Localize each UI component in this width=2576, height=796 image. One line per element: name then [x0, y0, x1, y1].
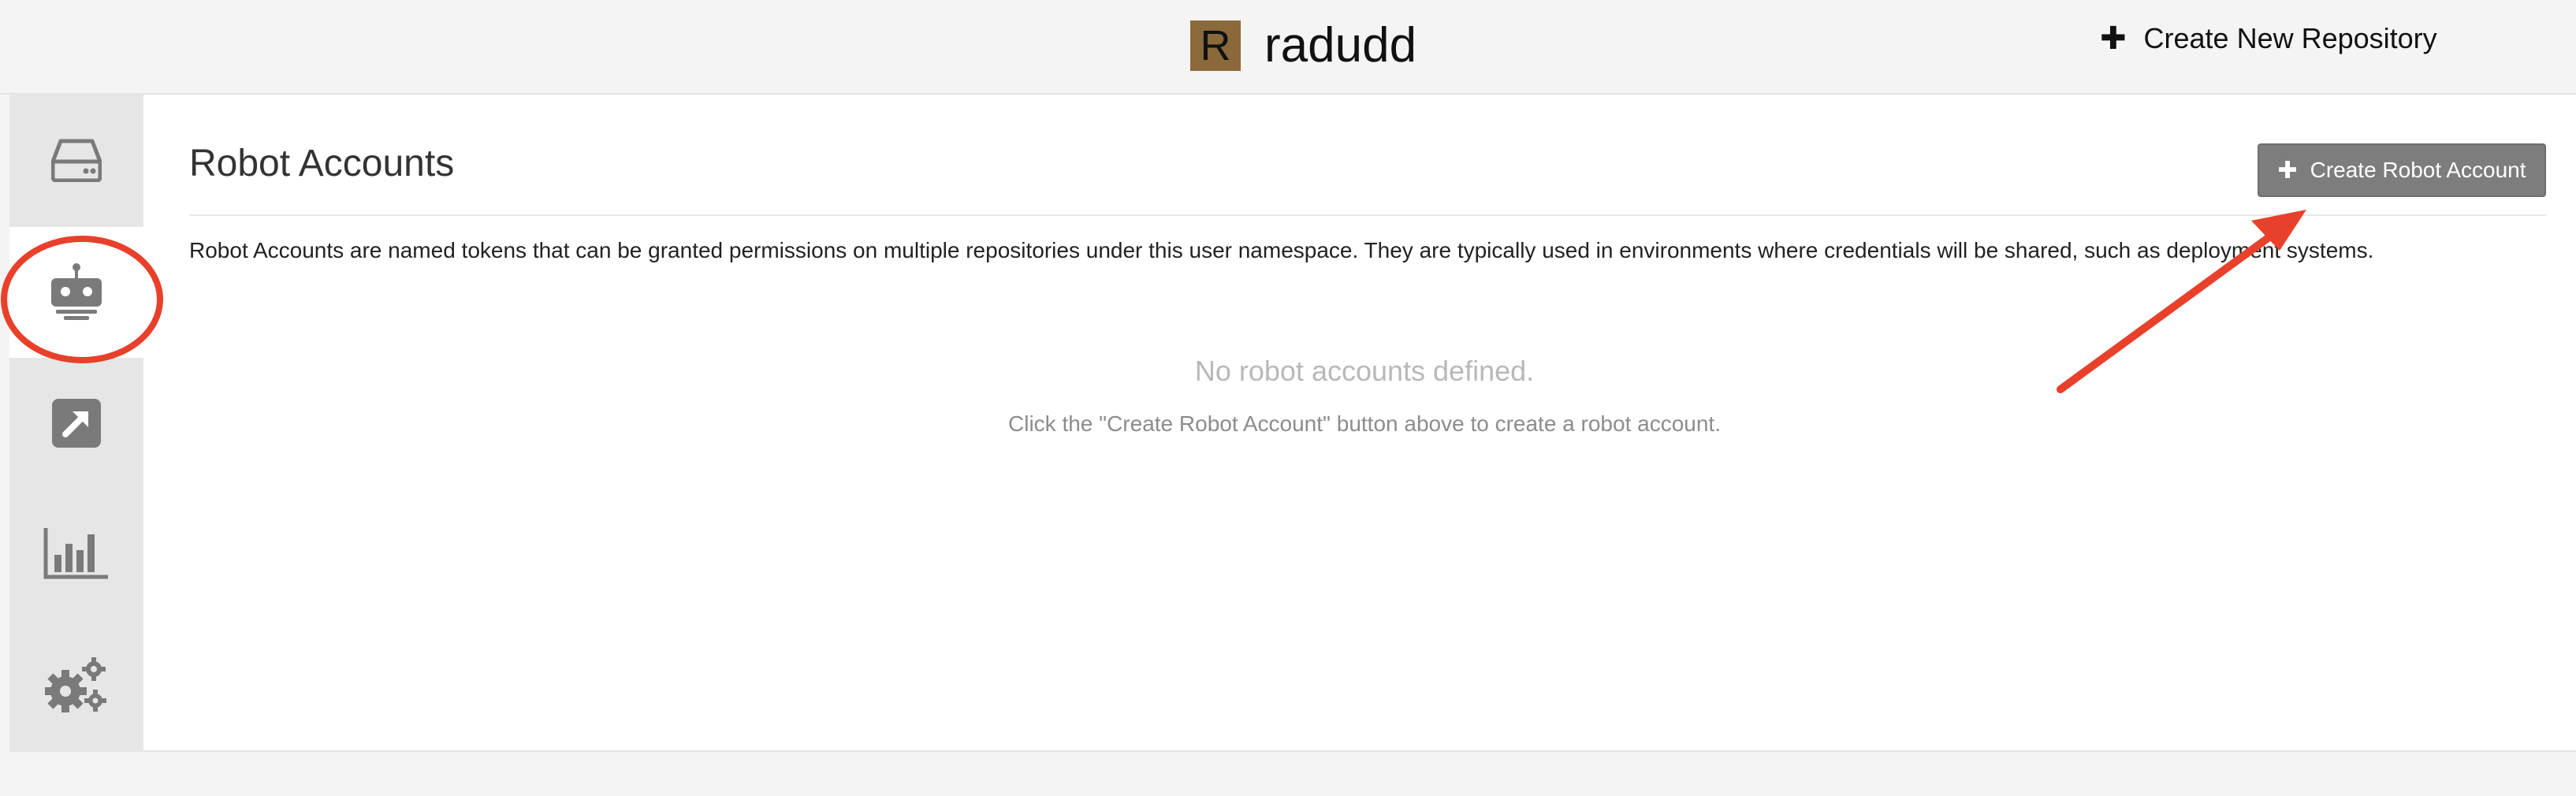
create-robot-account-label: Create Robot Account — [2310, 158, 2526, 182]
empty-state-hint: Click the "Create Robot Account" button … — [1008, 411, 1721, 436]
create-new-repository-link[interactable]: ✚ Create New Repository — [2100, 20, 2437, 57]
robot-accounts-description: Robot Accounts are named tokens that can… — [189, 238, 2374, 262]
bar-chart-icon — [43, 528, 108, 579]
create-robot-account-button[interactable]: ✚ Create Robot Account — [2258, 143, 2546, 197]
robot-icon — [51, 263, 102, 320]
gears-icon — [45, 657, 106, 712]
create-new-repository-label: Create New Repository — [2143, 22, 2437, 54]
external-link-icon — [52, 399, 101, 448]
hard-drive-icon — [51, 139, 102, 182]
empty-state-title: No robot accounts defined. — [1194, 355, 1535, 387]
top-header: R radudd ✚ Create New Repository — [0, 0, 2576, 95]
robot-accounts-panel: Robot Accounts ✚ Create Robot Account Ro… — [143, 95, 2576, 752]
sidebar — [9, 95, 143, 752]
avatar: R — [1190, 20, 1241, 71]
sidebar-item-settings[interactable] — [9, 619, 143, 750]
plus-icon: ✚ — [2100, 21, 2127, 56]
plus-icon: ✚ — [2277, 157, 2298, 184]
namespace-title: R radudd — [1190, 19, 1416, 73]
sidebar-item-usage-logs[interactable] — [9, 489, 143, 619]
sidebar-item-robot-accounts[interactable] — [9, 227, 143, 358]
sidebar-item-repositories[interactable] — [9, 95, 143, 225]
page-title: Robot Accounts — [189, 143, 455, 184]
namespace-name: radudd — [1264, 18, 1417, 73]
sidebar-item-external-logins[interactable] — [9, 358, 143, 489]
title-divider — [189, 214, 2546, 216]
